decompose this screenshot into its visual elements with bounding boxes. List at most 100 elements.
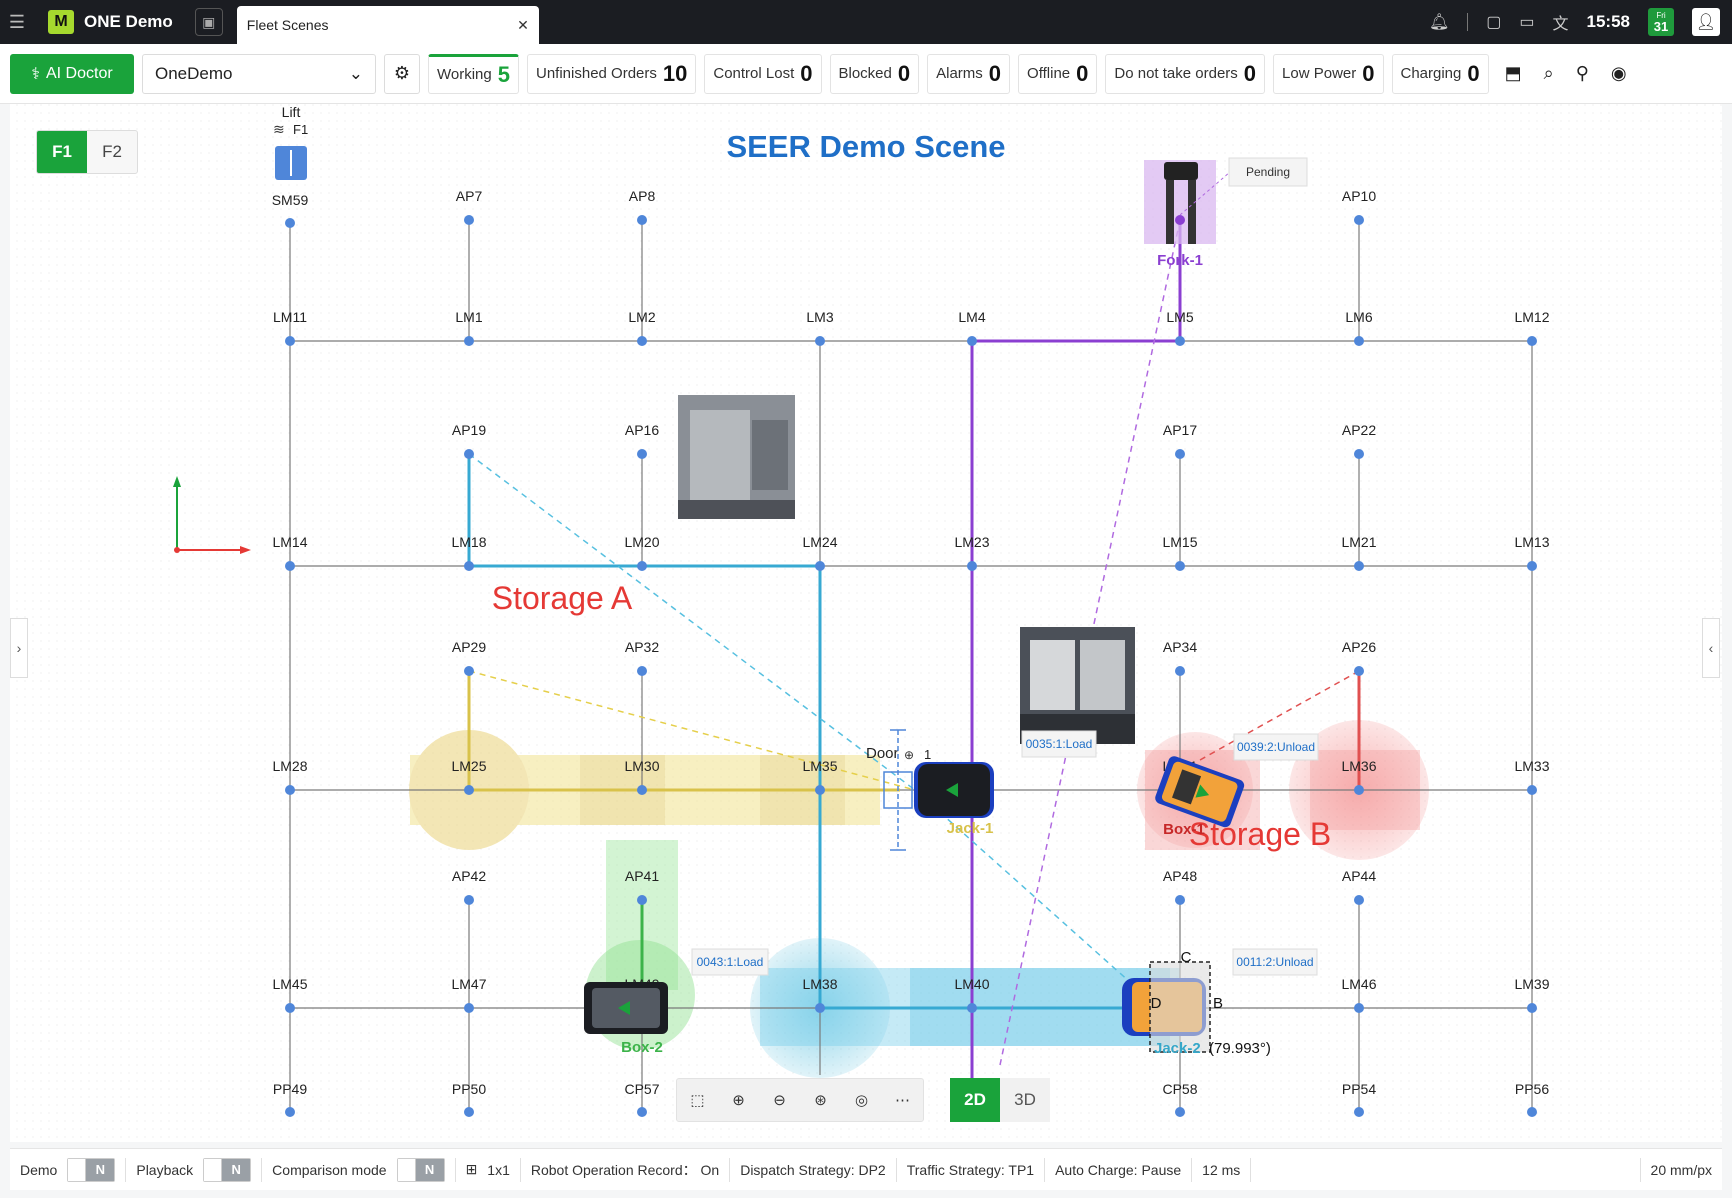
selection-handle-b[interactable]: B bbox=[1213, 995, 1223, 1012]
map-tools: ⬒ ⌕ ⚲ ◉ bbox=[1505, 63, 1627, 84]
pending-tag: Pending bbox=[1246, 165, 1290, 179]
selection-handle-c[interactable]: C bbox=[1181, 949, 1192, 966]
status-grid[interactable]: ⊞ 1x1 bbox=[456, 1157, 521, 1182]
app-title: ONE Demo bbox=[84, 12, 173, 31]
status-comparison-label: Comparison mode bbox=[272, 1161, 387, 1178]
node-label-lm6: LM6 bbox=[1345, 309, 1372, 325]
stat-label: Working bbox=[437, 66, 492, 83]
stat-value: 10 bbox=[662, 60, 688, 86]
calendar-icon[interactable]: Fri 31 bbox=[1648, 8, 1674, 36]
selection-handle-d[interactable]: D bbox=[1151, 995, 1162, 1012]
zoom-fit-icon[interactable]: ⊛ bbox=[800, 1078, 841, 1122]
node-label-cp58: CP58 bbox=[1162, 1081, 1197, 1097]
playback-toggle[interactable]: N bbox=[203, 1157, 252, 1182]
stat-alarms[interactable]: Alarms 0 bbox=[927, 53, 1011, 94]
gear-icon: ⚙ bbox=[393, 63, 411, 83]
chevron-down-icon: ⌄ bbox=[348, 63, 363, 83]
stat-label: Alarms bbox=[936, 65, 983, 82]
search-icon[interactable]: ⌕ bbox=[1544, 63, 1554, 84]
view-toolbar: ⬚ ⊕ ⊖ ⊛ ◎ ⋯ bbox=[676, 1078, 924, 1122]
eye-icon[interactable]: ◉ bbox=[1611, 63, 1627, 84]
node-label-ap17: AP17 bbox=[1163, 422, 1197, 438]
node-label-lm21: LM21 bbox=[1341, 534, 1376, 550]
ai-doctor-button[interactable]: ⚕ AI Doctor bbox=[10, 53, 134, 94]
stat-label: Blocked bbox=[838, 65, 892, 82]
mode-3d-button[interactable]: 3D bbox=[1000, 1078, 1050, 1122]
zoom-out-icon[interactable]: ⊖ bbox=[759, 1078, 800, 1122]
node-label-sm59: SM59 bbox=[272, 192, 309, 208]
node-label-lm23: LM23 bbox=[954, 534, 989, 550]
node-label-cp57: CP57 bbox=[624, 1081, 659, 1097]
status-traffic-text: Traffic Strategy: TP1 bbox=[906, 1161, 1035, 1178]
stat-value: 0 bbox=[1076, 60, 1089, 86]
task-tag-jack-2: 0011:2:Unload bbox=[1236, 955, 1313, 969]
filter-icon[interactable]: ⚲ bbox=[1576, 63, 1589, 84]
floor-tab-f1[interactable]: F1 bbox=[37, 131, 87, 173]
stat-label: Unfinished Orders bbox=[536, 65, 657, 82]
tab-fleet-scenes[interactable]: Fleet Scenes ✕ bbox=[236, 6, 539, 44]
floor-tabs: F1 F2 bbox=[36, 130, 138, 174]
settings-button[interactable]: ⚙ bbox=[384, 53, 420, 94]
left-panel-toggle[interactable]: › bbox=[10, 618, 28, 678]
close-icon[interactable]: ✕ bbox=[517, 17, 529, 34]
select-icon[interactable]: ⬚ bbox=[677, 1078, 718, 1122]
node-label-lm35: LM35 bbox=[802, 758, 837, 774]
map-canvas[interactable]: SM59 AP7 AP8 AP10 LM11 LM1 LM2 LM3 LM4 L… bbox=[10, 104, 1722, 1142]
user-icon[interactable]: 👤︎ bbox=[1692, 8, 1720, 36]
stat-control-lost[interactable]: Control Lost 0 bbox=[704, 53, 822, 94]
status-latency-text: 12 ms bbox=[1202, 1161, 1241, 1178]
stat-value: 0 bbox=[800, 60, 813, 86]
divider bbox=[1467, 13, 1469, 31]
stat-label: Offline bbox=[1027, 65, 1071, 82]
stat-do-not-take-orders[interactable]: Do not take orders 0 bbox=[1105, 53, 1266, 94]
more-icon[interactable]: ⋯ bbox=[882, 1078, 923, 1122]
chip-icon[interactable]: ▣ bbox=[194, 8, 223, 36]
bell-icon[interactable]: 🔔︎ bbox=[1429, 12, 1449, 32]
scene-select-value: OneDemo bbox=[155, 63, 233, 83]
stat-unfinished-orders[interactable]: Unfinished Orders 10 bbox=[527, 53, 697, 94]
sidebar-menu-icon[interactable]: ☰ bbox=[0, 0, 34, 44]
stat-low-power[interactable]: Low Power 0 bbox=[1273, 53, 1384, 94]
stat-label: Charging bbox=[1400, 65, 1462, 82]
zoom-reset-icon[interactable]: ◎ bbox=[841, 1078, 882, 1122]
door-label: Door bbox=[866, 745, 899, 762]
node-label-lm2: LM2 bbox=[628, 309, 655, 325]
fleet-toolbar: ⚕ AI Doctor OneDemo ⌄ ⚙ Working 5 Unfinis… bbox=[0, 44, 1732, 104]
stat-charging[interactable]: Charging 0 bbox=[1391, 53, 1489, 94]
task-tag-box-1: 0039:2:Unload bbox=[1237, 740, 1315, 754]
node-label-lm3: LM3 bbox=[806, 309, 833, 325]
status-playback-label: Playback bbox=[136, 1161, 194, 1178]
map-svg[interactable]: SM59 AP7 AP8 AP10 LM11 LM1 LM2 LM3 LM4 L… bbox=[10, 104, 1722, 1142]
demo-toggle-value: N bbox=[86, 1158, 115, 1181]
floor-tab-f2[interactable]: F2 bbox=[87, 131, 137, 173]
node-label-ap19: AP19 bbox=[452, 422, 486, 438]
chevron-left-icon: ‹ bbox=[1708, 640, 1714, 656]
mode-2d-button[interactable]: 2D bbox=[950, 1078, 1000, 1122]
status-dispatch-text: Dispatch Strategy: DP2 bbox=[740, 1161, 886, 1178]
robot-name-box-2: Box-2 bbox=[621, 1039, 663, 1056]
node-label-ap48: AP48 bbox=[1163, 868, 1197, 884]
node-label-lm14: LM14 bbox=[272, 534, 307, 550]
monitor-icon[interactable]: ▭ bbox=[1519, 12, 1534, 32]
stat-working[interactable]: Working 5 bbox=[428, 53, 519, 94]
node-label-ap7: AP7 bbox=[456, 188, 483, 204]
stat-blocked[interactable]: Blocked 0 bbox=[829, 53, 920, 94]
robot-name-jack-1: Jack-1 bbox=[947, 820, 994, 837]
demo-toggle[interactable]: N bbox=[67, 1157, 116, 1182]
right-panel-toggle[interactable]: ‹ bbox=[1702, 618, 1720, 678]
scene-select[interactable]: OneDemo ⌄ bbox=[142, 53, 376, 94]
node-label-lm12: LM12 bbox=[1514, 309, 1549, 325]
translate-icon[interactable]: 文 bbox=[1553, 10, 1569, 34]
lift-label: Lift bbox=[282, 104, 301, 120]
comparison-toggle[interactable]: N bbox=[396, 1157, 445, 1182]
ai-doctor-label: AI Doctor bbox=[45, 64, 113, 82]
stat-offline[interactable]: Offline 0 bbox=[1018, 53, 1098, 94]
stat-label: Low Power bbox=[1282, 65, 1357, 82]
status-dispatch: Dispatch Strategy: DP2 bbox=[730, 1157, 897, 1182]
zoom-in-icon[interactable]: ⊕ bbox=[718, 1078, 759, 1122]
note-icon[interactable]: ▢ bbox=[1486, 12, 1501, 32]
area-label-storage-a: Storage A bbox=[492, 580, 633, 616]
node-label-lm15: LM15 bbox=[1162, 534, 1197, 550]
export-icon[interactable]: ⬒ bbox=[1505, 63, 1522, 84]
status-demo-label: Demo bbox=[20, 1161, 58, 1178]
